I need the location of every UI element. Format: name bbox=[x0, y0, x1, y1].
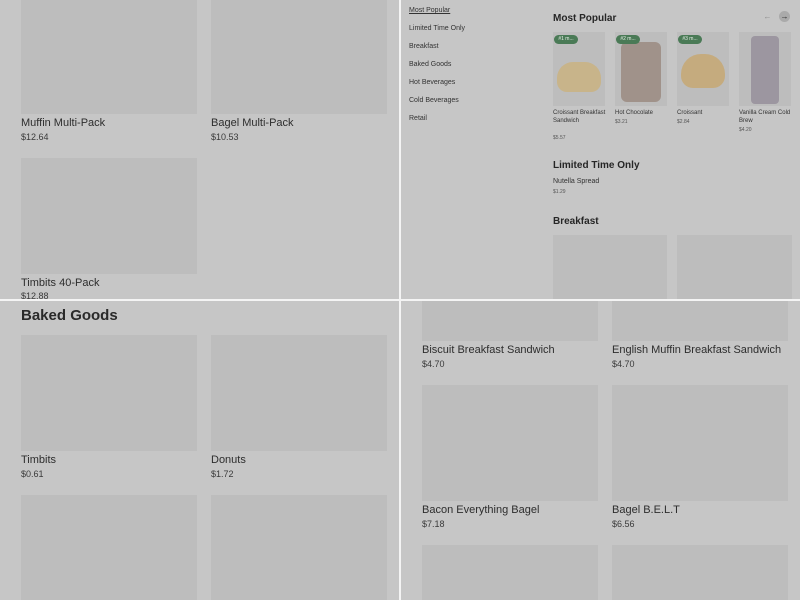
product-price: $1.72 bbox=[211, 469, 234, 479]
section-title: Baked Goods bbox=[21, 307, 118, 324]
carousel-prev-button[interactable]: ← bbox=[762, 11, 773, 22]
quadrant-bottom-left: Baked Goods Timbits $0.61 Donuts $1.72 bbox=[0, 301, 399, 600]
popular-item-price: $4.20 bbox=[739, 127, 752, 133]
popular-item-name[interactable]: Croissant Breakfast Sandwich bbox=[553, 109, 608, 125]
product-name[interactable]: Muffin Multi-Pack bbox=[21, 117, 105, 129]
most-popular-title: Most Popular bbox=[553, 13, 617, 24]
popular-item-price: $3.21 bbox=[615, 119, 628, 125]
category-cold-beverages[interactable]: Cold Beverages bbox=[409, 97, 459, 104]
product-name[interactable]: Timbits 40-Pack bbox=[21, 277, 99, 289]
popular-item-image[interactable] bbox=[739, 32, 791, 106]
product-image[interactable] bbox=[422, 301, 598, 341]
product-price: $6.56 bbox=[612, 519, 635, 529]
rank-badge: #3 m... bbox=[678, 35, 702, 44]
popular-item-image[interactable]: #2 m... bbox=[615, 32, 667, 106]
product-image[interactable] bbox=[211, 0, 387, 114]
rank-badge: #1 m... bbox=[554, 35, 578, 44]
product-image[interactable] bbox=[211, 335, 387, 451]
product-image[interactable] bbox=[422, 545, 598, 600]
product-price: $0.61 bbox=[21, 469, 44, 479]
popular-item-name[interactable]: Croissant bbox=[677, 109, 733, 117]
carousel-next-button[interactable]: → bbox=[779, 11, 790, 22]
category-limited-time-only[interactable]: Limited Time Only bbox=[409, 25, 465, 32]
popular-item-name[interactable]: Vanilla Cream Cold Brew bbox=[739, 109, 794, 125]
product-image[interactable] bbox=[553, 235, 667, 299]
product-name[interactable]: Donuts bbox=[211, 454, 246, 466]
breakfast-title: Breakfast bbox=[553, 216, 599, 227]
product-price: $10.53 bbox=[211, 132, 239, 142]
product-image[interactable] bbox=[21, 335, 197, 451]
rank-badge: #2 m... bbox=[616, 35, 640, 44]
limited-item-name[interactable]: Nutella Spread bbox=[553, 178, 599, 186]
product-name[interactable]: Timbits bbox=[21, 454, 56, 466]
croissant-sandwich-shape bbox=[557, 62, 601, 92]
product-price: $4.70 bbox=[612, 359, 635, 369]
product-image[interactable] bbox=[21, 0, 197, 114]
popular-item-price: $5.57 bbox=[553, 135, 566, 141]
product-image[interactable] bbox=[211, 495, 387, 600]
product-image[interactable] bbox=[21, 158, 197, 274]
product-price: $12.88 bbox=[21, 291, 49, 299]
popular-item-name[interactable]: Hot Chocolate bbox=[615, 109, 671, 117]
quadrant-top-right: Most Popular Limited Time Only Breakfast… bbox=[401, 0, 800, 299]
product-image[interactable] bbox=[422, 385, 598, 501]
product-name[interactable]: Bacon Everything Bagel bbox=[422, 504, 539, 516]
product-name[interactable]: Biscuit Breakfast Sandwich bbox=[422, 344, 555, 356]
quadrant-bottom-right: Biscuit Breakfast Sandwich $4.70 English… bbox=[401, 301, 800, 600]
limited-item-price: $1.29 bbox=[553, 189, 566, 195]
product-image[interactable] bbox=[677, 235, 792, 299]
category-hot-beverages[interactable]: Hot Beverages bbox=[409, 79, 455, 86]
product-name[interactable]: Bagel B.E.L.T bbox=[612, 504, 680, 516]
popular-item-price: $2.84 bbox=[677, 119, 690, 125]
product-image[interactable] bbox=[612, 385, 788, 501]
product-image[interactable] bbox=[21, 495, 197, 600]
croissant-shape bbox=[681, 54, 725, 88]
product-image[interactable] bbox=[612, 545, 788, 600]
product-price: $4.70 bbox=[422, 359, 445, 369]
cup-shape bbox=[621, 42, 661, 102]
product-name[interactable]: English Muffin Breakfast Sandwich bbox=[612, 344, 781, 356]
category-retail[interactable]: Retail bbox=[409, 115, 427, 122]
category-baked-goods[interactable]: Baked Goods bbox=[409, 61, 451, 68]
limited-time-title: Limited Time Only bbox=[553, 160, 640, 171]
product-name[interactable]: Bagel Multi-Pack bbox=[211, 117, 294, 129]
product-price: $12.64 bbox=[21, 132, 49, 142]
quadrant-top-left: Muffin Multi-Pack $12.64 Bagel Multi-Pac… bbox=[0, 0, 399, 299]
category-most-popular[interactable]: Most Popular bbox=[409, 7, 450, 14]
popular-item-image[interactable]: #3 m... bbox=[677, 32, 729, 106]
category-breakfast[interactable]: Breakfast bbox=[409, 43, 439, 50]
popular-item-image[interactable]: #1 m... bbox=[553, 32, 605, 106]
product-image[interactable] bbox=[612, 301, 788, 341]
cold-brew-cup-shape bbox=[751, 36, 779, 104]
product-price: $7.18 bbox=[422, 519, 445, 529]
